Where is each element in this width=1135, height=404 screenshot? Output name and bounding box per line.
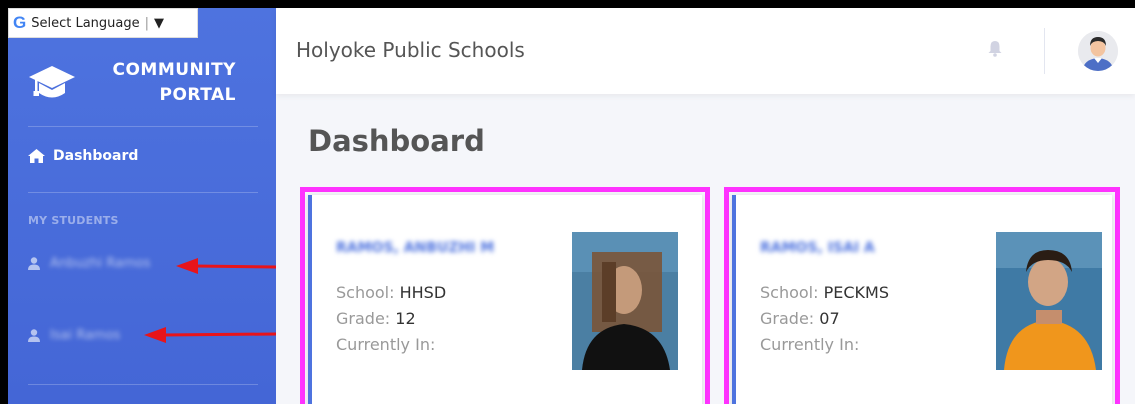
- sidebar: G Select Language | ▼ COMMUNITY PORTAL D…: [8, 8, 276, 404]
- page-title: Dashboard: [308, 124, 485, 158]
- language-selector[interactable]: G Select Language | ▼: [8, 8, 198, 38]
- student-photo-icon: [996, 232, 1102, 370]
- student-card-name: RAMOS, ISAI A: [760, 240, 875, 256]
- student-name: Isai Ramos: [50, 328, 121, 343]
- school-label: School:: [760, 283, 819, 302]
- grade-label: Grade:: [336, 309, 391, 328]
- home-icon: [28, 149, 45, 163]
- language-separator: |: [144, 15, 150, 31]
- brand-line-2: PORTAL: [159, 85, 236, 105]
- grade-row: Grade: 12: [336, 309, 416, 328]
- school-label: School:: [336, 283, 395, 302]
- user-icon: [28, 329, 40, 342]
- location-row: Currently In:: [760, 335, 859, 354]
- google-icon: G: [13, 13, 27, 32]
- sidebar-item-dashboard[interactable]: Dashboard: [28, 148, 138, 164]
- avatar-icon: [1078, 31, 1118, 71]
- topbar: Holyoke Public Schools: [276, 8, 1135, 94]
- school-value: PECKMS: [823, 283, 889, 302]
- grade-value: 12: [395, 309, 416, 328]
- brand[interactable]: COMMUNITY PORTAL: [8, 52, 276, 122]
- sidebar-item-student-1[interactable]: Anbuzhi Ramos: [28, 256, 151, 271]
- topbar-divider: [1044, 28, 1045, 74]
- annotation-arrow-icon: [144, 327, 277, 343]
- student-card[interactable]: RAMOS, ANBUZHI M School: HHSD Grade: 12 …: [308, 195, 702, 404]
- sidebar-item-label: Dashboard: [53, 148, 139, 164]
- student-card[interactable]: RAMOS, ISAI A School: PECKMS Grade: 07 C…: [732, 195, 1112, 404]
- sidebar-divider: [28, 384, 258, 385]
- student-name: Anbuzhi Ramos: [50, 256, 151, 271]
- chevron-down-icon: ▼: [154, 15, 165, 31]
- sidebar-divider: [28, 126, 258, 127]
- location-label: Currently In:: [336, 335, 436, 354]
- graduation-cap-icon: [29, 66, 75, 98]
- section-heading-students: MY STUDENTS: [28, 214, 119, 227]
- sidebar-divider: [28, 192, 258, 193]
- student-photo-icon: [572, 232, 678, 370]
- school-row: School: HHSD: [336, 283, 446, 302]
- school-value: HHSD: [399, 283, 447, 302]
- screenshot-frame: G Select Language | ▼ COMMUNITY PORTAL D…: [0, 0, 1135, 404]
- student-card-name: RAMOS, ANBUZHI M: [336, 240, 495, 256]
- school-row: School: PECKMS: [760, 283, 889, 302]
- student-photo: [572, 232, 678, 370]
- grade-label: Grade:: [760, 309, 815, 328]
- sidebar-item-student-2[interactable]: Isai Ramos: [28, 328, 120, 343]
- grade-value: 07: [819, 309, 840, 328]
- location-label: Currently In:: [760, 335, 860, 354]
- bell-icon[interactable]: [988, 40, 1002, 57]
- student-photo: [996, 232, 1102, 370]
- annotation-arrow-icon: [176, 258, 277, 274]
- main-content: Holyoke Public Schools Dashboard RAMOS, …: [276, 8, 1135, 404]
- brand-title: COMMUNITY PORTAL: [100, 58, 236, 108]
- brand-line-1: COMMUNITY: [112, 60, 236, 80]
- language-label: Select Language: [31, 15, 140, 31]
- location-row: Currently In:: [336, 335, 435, 354]
- user-icon: [28, 257, 40, 270]
- grade-row: Grade: 07: [760, 309, 840, 328]
- avatar[interactable]: [1078, 31, 1118, 71]
- page-header-title: Holyoke Public Schools: [296, 38, 525, 62]
